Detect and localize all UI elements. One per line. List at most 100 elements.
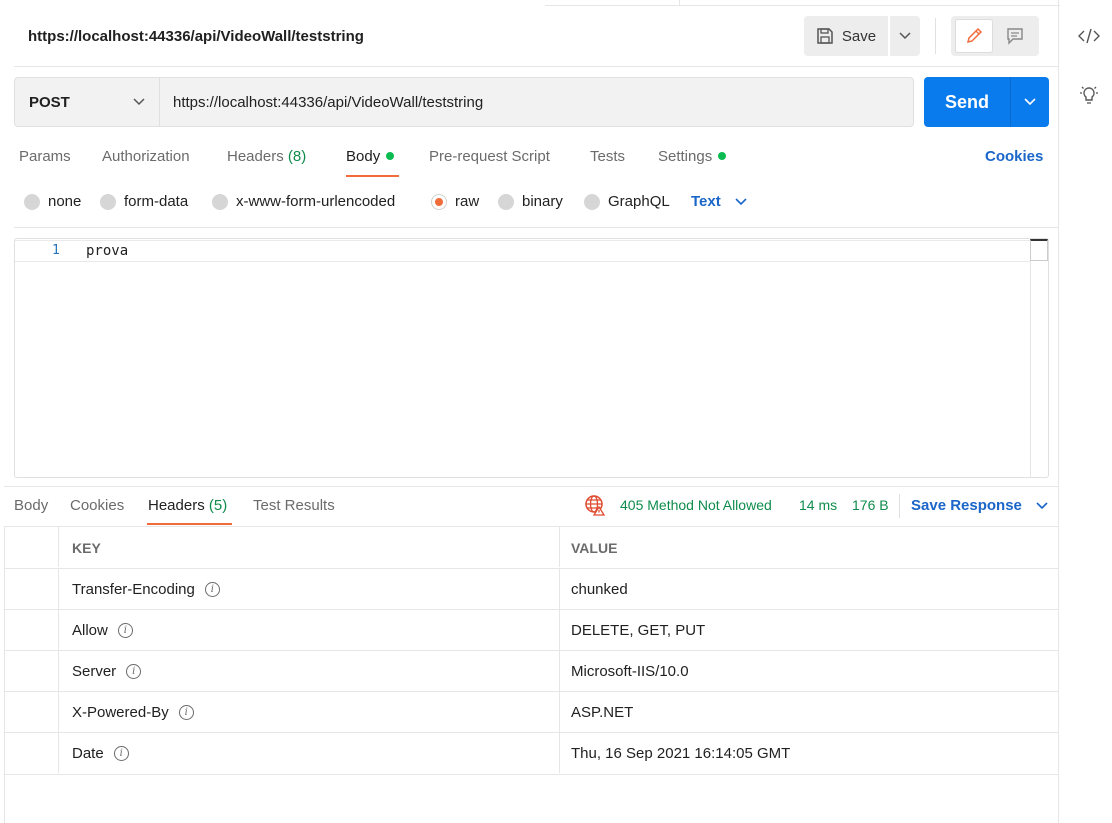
globe-icon[interactable] <box>584 494 606 516</box>
send-button[interactable]: Send <box>924 77 1010 127</box>
chevron-down-icon <box>133 98 145 106</box>
column-header-key: KEY <box>72 540 101 556</box>
table-row: X-Powered-By i ASP.NET <box>4 691 1058 732</box>
radio-raw[interactable]: raw <box>431 193 479 210</box>
body-editor[interactable] <box>14 238 1049 478</box>
table-cell <box>4 733 59 773</box>
tab-label: Body <box>14 497 49 514</box>
radio-button[interactable] <box>498 193 514 210</box>
editor-scroll-thumb[interactable] <box>1030 239 1048 261</box>
chevron-down-icon <box>1036 501 1048 509</box>
tab-strip <box>545 0 1060 6</box>
radio-x-www-form-urlencoded[interactable]: x-www-form-urlencoded <box>212 193 395 210</box>
tab-headers[interactable]: Headers (8) <box>227 148 306 165</box>
radio-button-selected[interactable] <box>431 193 447 210</box>
response-tab-cookies[interactable]: Cookies <box>70 497 124 514</box>
tab-params[interactable]: Params <box>19 148 71 165</box>
header-value: ASP.NET <box>571 704 634 721</box>
radio-none[interactable]: none <box>24 193 81 210</box>
table-row: Date i Thu, 16 Sep 2021 16:14:05 GMT <box>4 732 1058 773</box>
method-label: POST <box>29 93 70 111</box>
lightbulb-icon <box>1080 86 1098 104</box>
radio-label: GraphQL <box>608 193 670 210</box>
radio-button[interactable] <box>212 193 228 210</box>
tab-pre-request-script[interactable]: Pre-request Script <box>429 148 550 165</box>
divider <box>4 774 1058 775</box>
save-options-button[interactable] <box>890 16 920 56</box>
code-icon <box>1078 28 1100 44</box>
radio-form-data[interactable]: form-data <box>100 193 188 210</box>
radio-binary[interactable]: binary <box>498 193 563 210</box>
send-options-button[interactable] <box>1010 77 1049 127</box>
comments-button[interactable] <box>996 19 1034 53</box>
status-dot <box>386 152 395 160</box>
cookies-link[interactable]: Cookies <box>985 148 1043 165</box>
response-status[interactable]: 405 Method Not Allowed <box>620 497 772 513</box>
divider <box>14 66 1058 67</box>
response-tab-headers[interactable]: Headers (5) <box>148 497 227 514</box>
url-input[interactable]: https://localhost:44336/api/VideoWall/te… <box>159 77 914 127</box>
response-size[interactable]: 176 B <box>852 497 889 513</box>
response-tab-test-results[interactable]: Test Results <box>253 497 335 514</box>
request-title[interactable]: https://localhost:44336/api/VideoWall/te… <box>28 28 364 45</box>
tab-tests[interactable]: Tests <box>590 148 625 165</box>
table-cell <box>4 569 59 609</box>
tab-label: Test Results <box>253 497 335 514</box>
info-icon[interactable]: i <box>117 623 133 638</box>
code-snippet-button[interactable] <box>1076 23 1102 49</box>
pencil-icon <box>966 27 983 44</box>
response-tab-body[interactable]: Body <box>14 497 48 514</box>
response-time[interactable]: 14 ms <box>799 497 837 513</box>
info-icon[interactable]: i <box>113 746 129 761</box>
tab-label: Authorization <box>102 148 190 165</box>
method-select[interactable]: POST <box>14 77 159 127</box>
save-response-dropdown[interactable]: Save Response <box>911 497 1048 514</box>
divider <box>14 227 1058 228</box>
editor-content[interactable]: prova <box>86 243 128 259</box>
info-icon[interactable]: i <box>204 582 220 597</box>
current-line-highlight <box>15 240 1031 262</box>
header-value: chunked <box>571 581 628 598</box>
header-value: Microsoft-IIS/10.0 <box>571 663 689 680</box>
tab-label: Cookies <box>70 497 125 514</box>
table-cell <box>4 692 59 732</box>
header-key-text: X-Powered-By <box>72 704 169 721</box>
save-response-label: Save Response <box>911 497 1022 514</box>
column-divider <box>559 651 560 691</box>
tab-label: Headers <box>227 148 284 165</box>
save-button[interactable]: Save <box>804 16 888 56</box>
divider <box>899 494 900 518</box>
editor-scrollbar[interactable] <box>1030 239 1048 477</box>
header-key-text: Transfer-Encoding <box>72 581 195 598</box>
divider <box>4 526 5 823</box>
info-icon[interactable]: i <box>178 705 194 720</box>
radio-button[interactable] <box>584 193 600 210</box>
header-value: DELETE, GET, PUT <box>571 622 706 639</box>
column-divider <box>559 569 560 609</box>
radio-button[interactable] <box>24 193 40 210</box>
body-format-dropdown[interactable]: Text <box>691 193 747 210</box>
edit-mode-button[interactable] <box>955 19 993 53</box>
header-key: Transfer-Encoding i <box>72 581 220 598</box>
column-divider <box>559 733 560 773</box>
tab-body[interactable]: Body <box>346 148 395 165</box>
header-key-text: Allow <box>72 622 108 639</box>
comment-icon <box>1007 28 1023 45</box>
info-panel-button[interactable] <box>1076 82 1102 108</box>
radio-button[interactable] <box>100 193 116 210</box>
header-key: Date i <box>72 745 129 762</box>
radio-label: binary <box>522 193 563 210</box>
tab-label: Settings <box>658 148 713 165</box>
right-sidebar-divider <box>1058 0 1059 823</box>
table-row: Server i Microsoft-IIS/10.0 <box>4 650 1058 691</box>
tab-authorization[interactable]: Authorization <box>102 148 190 165</box>
tab-settings[interactable]: Settings <box>658 148 727 165</box>
header-key: Allow i <box>72 622 133 639</box>
save-icon <box>817 28 833 44</box>
info-icon[interactable]: i <box>126 664 142 679</box>
header-key-text: Server <box>72 663 117 680</box>
line-number: 1 <box>52 243 60 258</box>
radio-graphql[interactable]: GraphQL <box>584 193 670 210</box>
column-divider <box>559 610 560 650</box>
header-key-text: Date <box>72 745 104 762</box>
